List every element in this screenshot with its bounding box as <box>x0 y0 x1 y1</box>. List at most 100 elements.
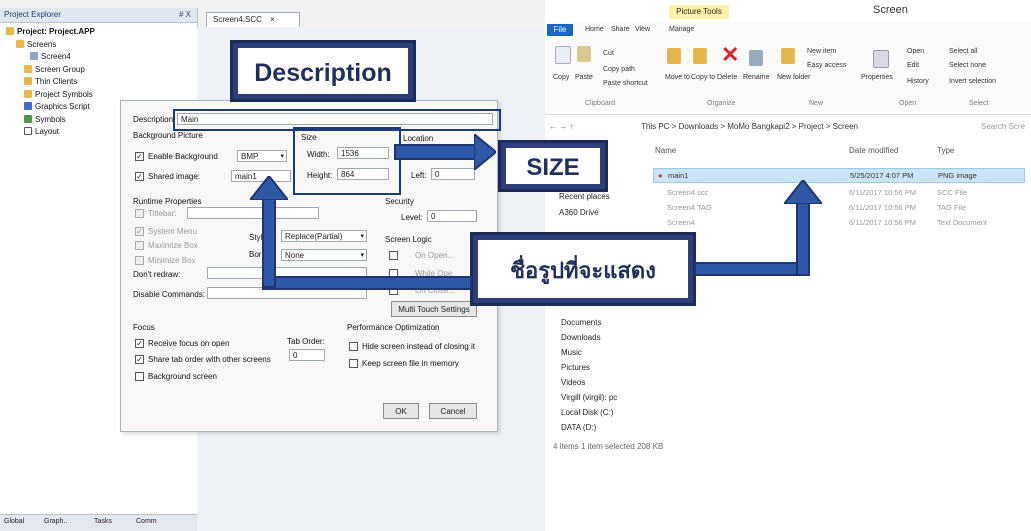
nav-arrows-icon[interactable]: ← → ↑ <box>549 122 573 131</box>
move-to-button[interactable]: Move to <box>665 74 690 81</box>
column-type[interactable]: Type <box>937 146 954 155</box>
tab-order-input[interactable]: 0 <box>289 349 325 361</box>
open-button[interactable]: Open <box>907 48 924 55</box>
nav-item-documents[interactable]: Documents <box>561 318 601 327</box>
nav-item-recent-places[interactable]: Recent places <box>559 192 610 201</box>
symbols-icon <box>24 115 32 123</box>
history-button[interactable]: History <box>907 78 929 85</box>
keep-screen-checkbox[interactable] <box>349 359 358 368</box>
tree-item-layout[interactable]: Layout <box>24 126 59 137</box>
cancel-button[interactable]: Cancel <box>429 403 477 419</box>
height-input[interactable]: 864 <box>337 168 389 180</box>
style-select[interactable]: Replace(Partial) ▾ <box>281 230 367 242</box>
size-callout: SIZE <box>498 140 608 192</box>
file-row[interactable]: Screen4.TAG 6/11/2017 10:56 PM TAG File <box>653 201 1023 214</box>
paste-button[interactable]: Paste <box>575 74 593 81</box>
image-file-icon: ● <box>658 171 663 180</box>
new-folder-button[interactable]: New folder <box>777 74 810 81</box>
tab-tasks[interactable]: Tasks <box>94 518 112 525</box>
view-tab[interactable]: View <box>635 26 650 33</box>
easy-access-button[interactable]: Easy access <box>807 62 846 69</box>
search-input[interactable]: Search Scre <box>981 122 1025 131</box>
border-select[interactable]: None ▾ <box>281 249 367 261</box>
level-input[interactable]: 0 <box>427 210 477 222</box>
tab-screen4-label: Screen4.SCC <box>213 15 262 24</box>
copy-path-button[interactable]: Copy path <box>603 66 635 73</box>
tab-global[interactable]: Global <box>4 518 24 525</box>
minimize-box-checkbox[interactable] <box>135 256 144 265</box>
tree-item-project[interactable]: Project: Project.APP <box>6 26 95 37</box>
system-menu-checkbox[interactable]: ✓ <box>135 227 144 236</box>
close-icon[interactable]: × <box>270 15 275 24</box>
minimize-box-label: Minimize Box <box>148 256 196 265</box>
cut-button[interactable]: Cut <box>603 50 614 57</box>
ok-button[interactable]: OK <box>383 403 419 419</box>
multi-touch-settings-button[interactable]: Multi Touch Settings <box>391 301 477 317</box>
hide-screen-checkbox[interactable] <box>349 342 358 351</box>
address-bar[interactable]: ← → ↑ This PC > Downloads > MoMo Bangkap… <box>545 118 1031 136</box>
titlebar-checkbox[interactable] <box>135 209 144 218</box>
tree-item-screen-group[interactable]: Screen Group <box>24 64 85 75</box>
rename-icon <box>749 50 763 66</box>
file-row[interactable]: Screen4.scc 6/11/2017 10:56 PM SCC File <box>653 186 1023 199</box>
delete-button[interactable]: Delete <box>717 74 737 81</box>
new-item-button[interactable]: New item <box>807 48 836 55</box>
nav-item-data-drive[interactable]: DATA (D:) <box>561 423 596 432</box>
hide-screen-label: Hide screen instead of closing it <box>362 342 475 351</box>
file-row[interactable]: Screen4 6/11/2017 10:56 PM Text Document <box>653 216 1023 229</box>
disable-commands-label: Disable Commands: <box>133 290 206 299</box>
select-none-button[interactable]: Select none <box>949 62 986 69</box>
share-tab-order-checkbox[interactable]: ✓ <box>135 355 144 364</box>
width-input[interactable]: 1536 <box>337 147 389 159</box>
rename-button[interactable]: Rename <box>743 74 769 81</box>
tree-item-thin-clients[interactable]: Thin Clients <box>24 76 77 87</box>
copy-to-icon <box>693 48 707 64</box>
invert-selection-button[interactable]: Invert selection <box>949 78 996 85</box>
nav-item-pictures[interactable]: Pictures <box>561 363 590 372</box>
nav-item-videos[interactable]: Videos <box>561 378 585 387</box>
share-tab[interactable]: Share <box>611 26 630 33</box>
tree-item-graphics-script[interactable]: Graphics Script <box>24 101 90 112</box>
share-tab-order-label: Share tab order with other screens <box>148 355 271 364</box>
file-tab[interactable]: File <box>547 24 573 36</box>
tab-screen4[interactable]: Screen4.SCC × <box>206 12 300 27</box>
home-tab[interactable]: Home <box>585 26 604 33</box>
nav-item-local-disk[interactable]: Local Disk (C:) <box>561 408 613 417</box>
nav-item-network-pc[interactable]: Virgill (virgil): pc <box>561 393 617 402</box>
background-screen-checkbox[interactable] <box>135 372 144 381</box>
file-row[interactable]: ● main1 5/25/2017 4:07 PM PNG image <box>653 168 1025 183</box>
breadcrumb[interactable]: This PC > Downloads > MoMo Bangkapi2 > P… <box>641 122 858 131</box>
left-input[interactable]: 0 <box>431 168 475 180</box>
file-date: 6/11/2017 10:56 PM <box>849 203 916 212</box>
column-date-modified[interactable]: Date modified <box>849 146 898 155</box>
tree-item-screens[interactable]: Screens <box>16 39 56 50</box>
manage-tab[interactable]: Manage <box>669 26 694 33</box>
tab-graphics[interactable]: Graph.. <box>44 518 67 525</box>
nav-item-music[interactable]: Music <box>561 348 582 357</box>
nav-item-a360-drive[interactable]: A360 Drive <box>559 208 599 217</box>
tree-item-project-symbols[interactable]: Project Symbols <box>24 89 93 100</box>
copy-button[interactable]: Copy <box>553 74 569 81</box>
tree-item-symbols[interactable]: Symbols <box>24 114 66 125</box>
background-type-select[interactable]: BMP ▾ <box>237 150 287 162</box>
tab-comm[interactable]: Comm <box>136 518 157 525</box>
on-open-checkbox[interactable] <box>389 251 398 260</box>
select-all-button[interactable]: Select all <box>949 48 977 55</box>
column-name[interactable]: Name <box>655 146 676 155</box>
file-name: main1 <box>668 171 689 180</box>
nav-item-downloads[interactable]: Downloads <box>561 333 601 342</box>
image-name-callout: ชื่อรูปที่จะแสดง <box>470 232 696 306</box>
edit-button[interactable]: Edit <box>907 62 919 69</box>
enable-background-checkbox[interactable]: ✓ <box>135 152 144 161</box>
tree-item-screen4[interactable]: Screen4 <box>30 51 71 62</box>
copy-to-button[interactable]: Copy to <box>691 74 715 81</box>
on-open-button[interactable]: On Open... <box>415 251 454 260</box>
maximize-box-checkbox[interactable] <box>135 241 144 250</box>
titlebar-input[interactable] <box>187 207 319 219</box>
picture-tools-tab[interactable]: Picture Tools <box>669 5 729 19</box>
receive-focus-checkbox[interactable]: ✓ <box>135 339 144 348</box>
shared-image-checkbox[interactable]: ✓ <box>135 172 144 181</box>
properties-button[interactable]: Properties <box>861 74 893 81</box>
panel-controls[interactable]: # X <box>179 8 191 22</box>
paste-shortcut-button[interactable]: Paste shortcut <box>603 80 648 87</box>
